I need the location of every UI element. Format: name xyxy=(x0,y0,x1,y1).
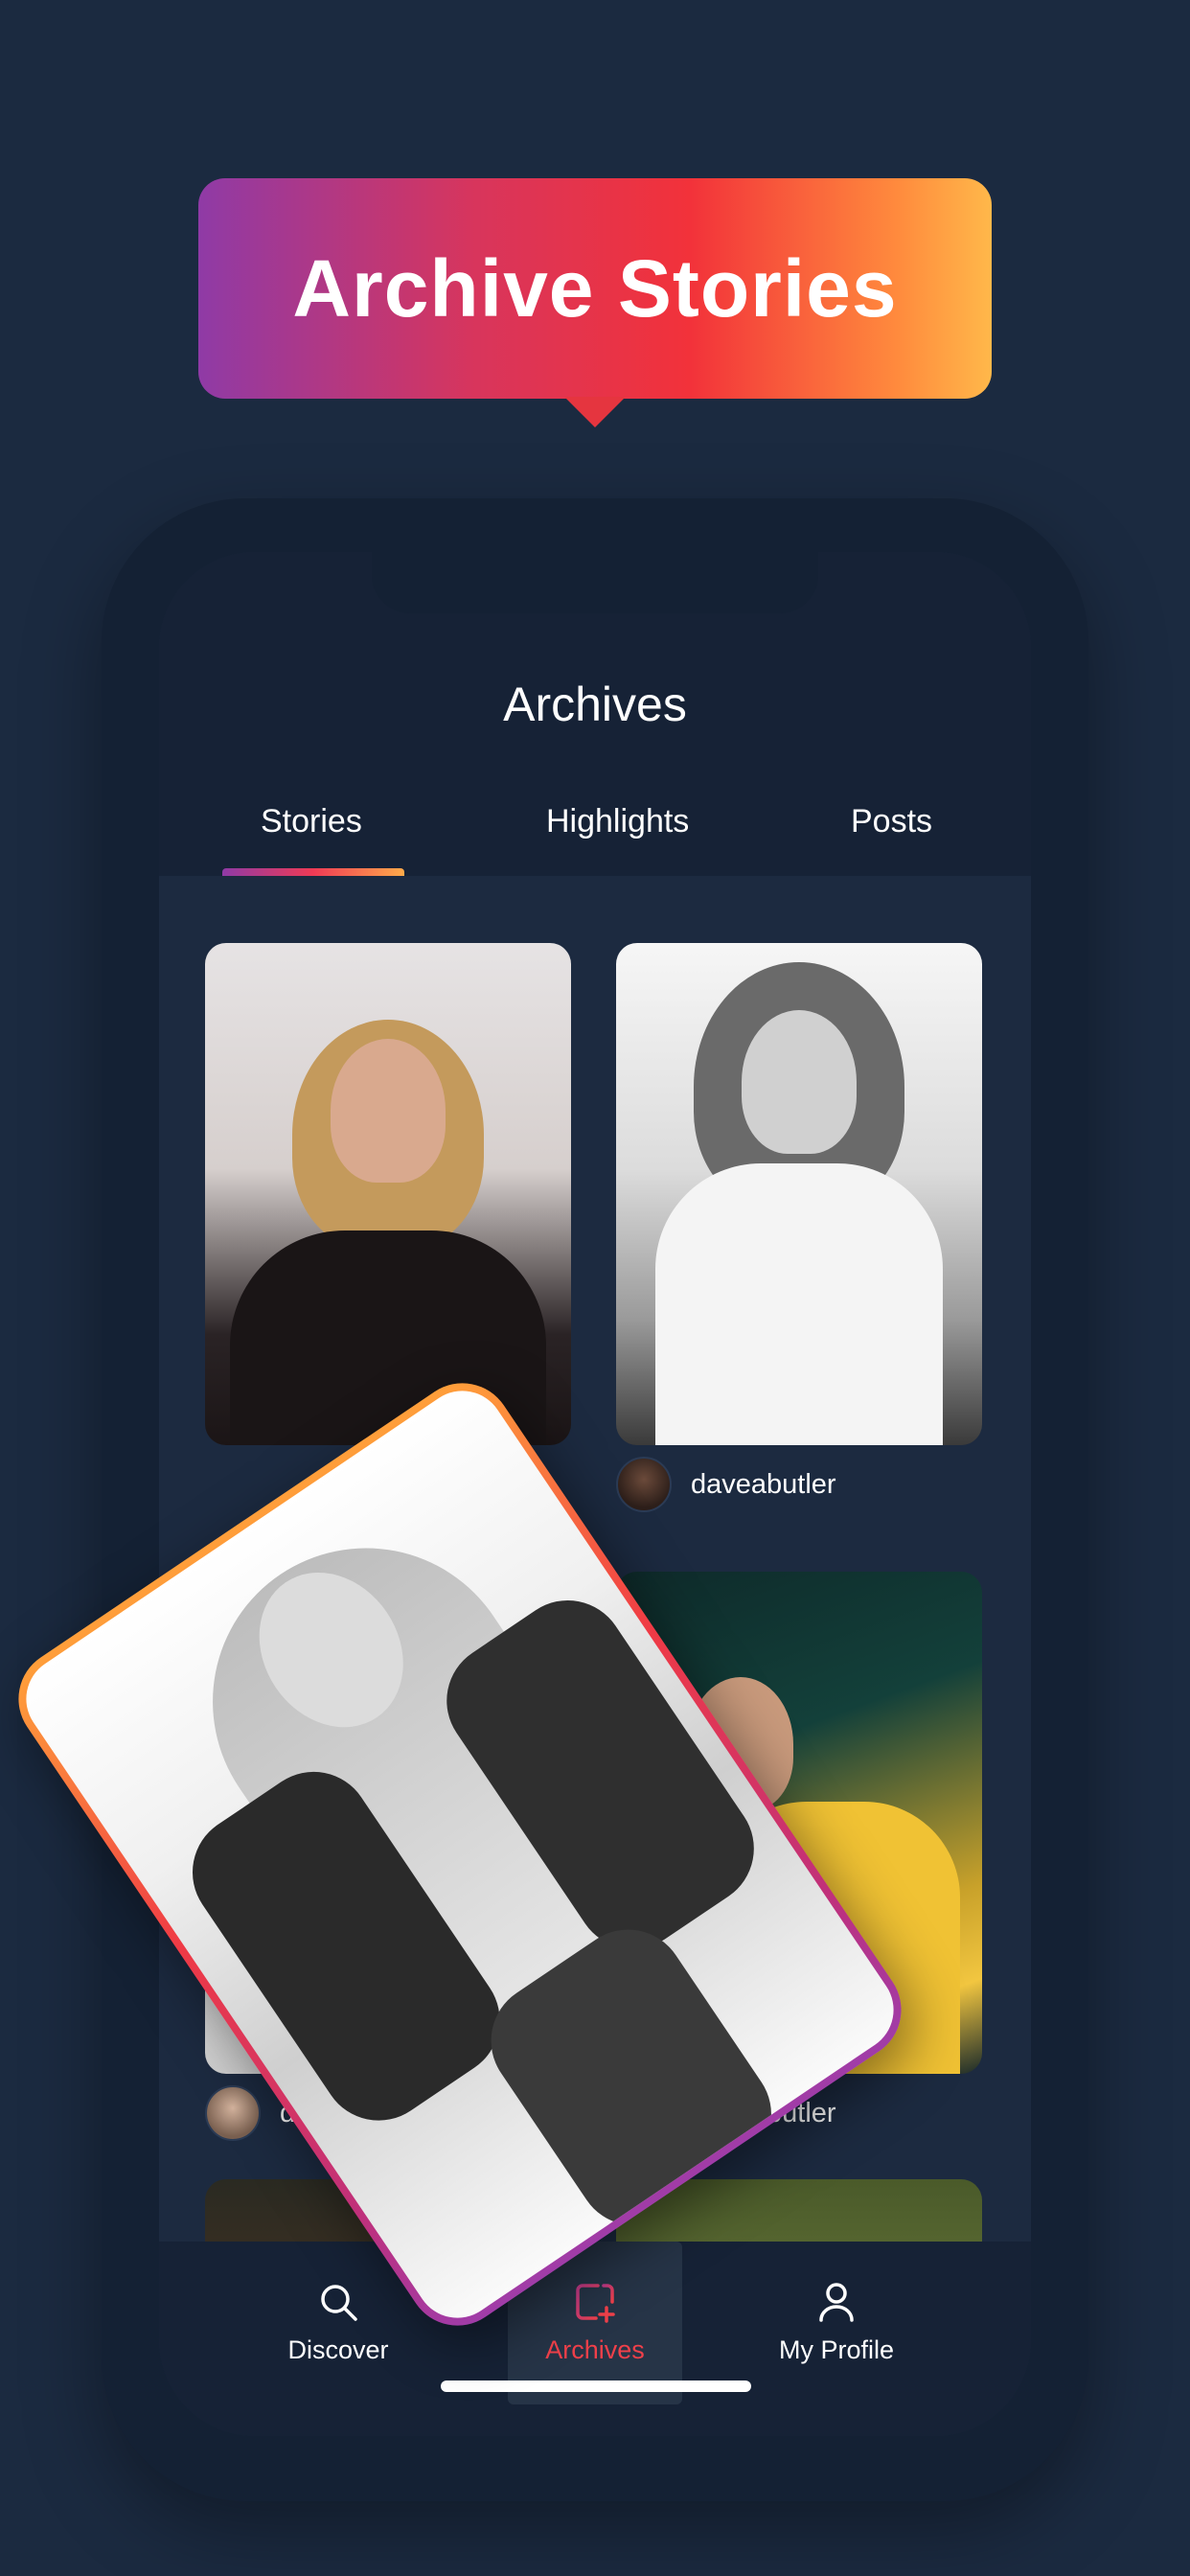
tab-highlights[interactable]: Highlights xyxy=(546,803,689,840)
story-card-1[interactable] xyxy=(205,943,571,1445)
active-tab-indicator xyxy=(222,868,404,876)
page-title: Archives xyxy=(503,678,687,731)
bottom-navigation: Discover Archives My Profile xyxy=(159,2242,1031,2436)
photo-face xyxy=(331,1039,446,1183)
nav-label: Discover xyxy=(287,2335,389,2364)
avatar[interactable] xyxy=(205,2085,261,2141)
username[interactable]: daveabutler xyxy=(691,1469,836,1501)
profile-icon xyxy=(819,2283,854,2322)
nav-label: My Profile xyxy=(778,2335,895,2364)
avatar[interactable] xyxy=(616,1457,672,1512)
photo-body xyxy=(655,1163,943,1445)
search-icon xyxy=(321,2285,357,2321)
home-indicator[interactable] xyxy=(441,2380,751,2392)
banner-title: Archive Stories xyxy=(292,242,898,334)
story-author-2[interactable]: daveabutler xyxy=(616,1455,836,1514)
nav-my-profile[interactable]: My Profile xyxy=(749,2242,924,2404)
phone-notch xyxy=(372,552,818,613)
archive-stories-banner: Archive Stories xyxy=(198,178,992,427)
banner-pointer xyxy=(564,397,626,427)
tab-stories[interactable]: Stories xyxy=(261,803,362,840)
tab-posts[interactable]: Posts xyxy=(851,803,932,840)
nav-label: Archives xyxy=(545,2335,645,2364)
photo-face xyxy=(742,1010,857,1154)
story-card-2[interactable] xyxy=(616,943,982,1445)
archive-add-icon xyxy=(576,2284,615,2323)
